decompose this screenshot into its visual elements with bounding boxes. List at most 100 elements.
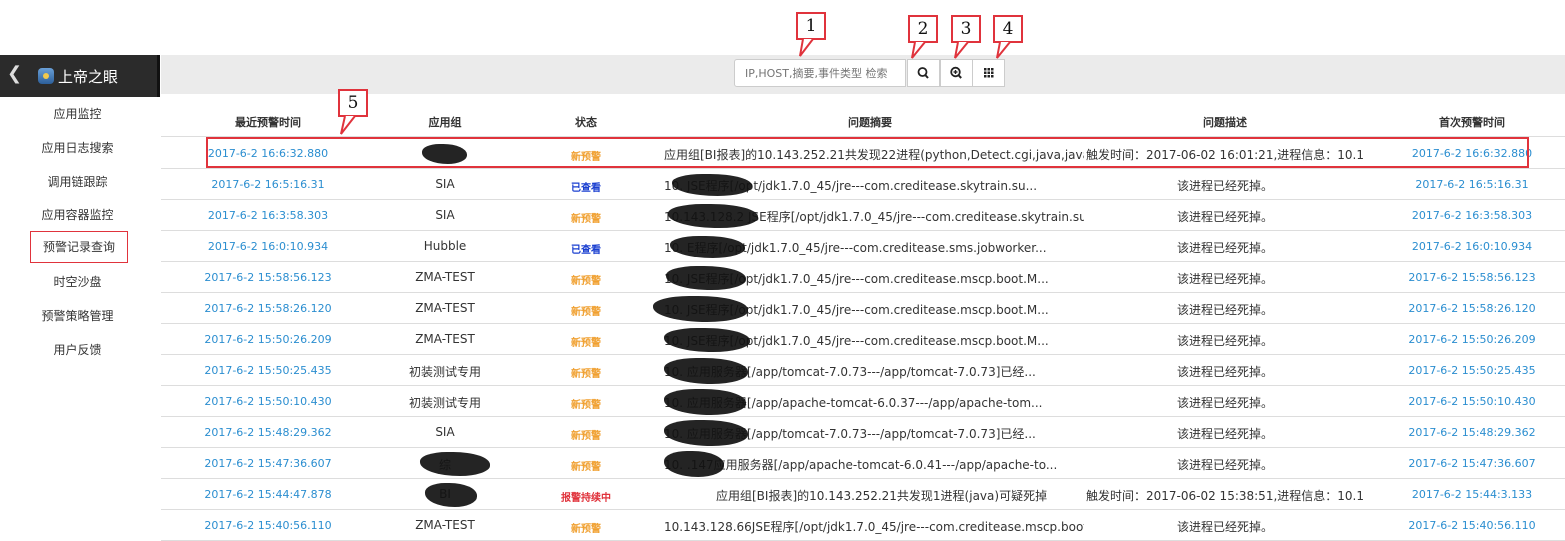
header-first-alert-time[interactable]: 首次预警时间 bbox=[1412, 114, 1532, 130]
header-status[interactable]: 状态 bbox=[556, 114, 616, 130]
app-title: 上帝之眼 bbox=[58, 68, 119, 86]
header-last-alert-time[interactable]: 最近预警时间 bbox=[208, 114, 328, 130]
row-divider bbox=[161, 447, 1565, 448]
status-badge: 新预警 bbox=[571, 338, 601, 349]
app-logo-icon bbox=[38, 68, 54, 84]
status-badge: 新预警 bbox=[571, 369, 601, 380]
description-cell: 该进程已经死掉。 bbox=[1176, 241, 1273, 255]
chevron-left-icon[interactable]: ❮ bbox=[7, 63, 22, 84]
summary-cell: 10.143.128.66JSE程序[/opt/jdk1.7.0_45/jre-… bbox=[664, 520, 1084, 534]
description-cell: 该进程已经死掉。 bbox=[1176, 179, 1273, 193]
first-alert-time-link[interactable]: 2017-6-2 15:40:56.110 bbox=[1402, 519, 1542, 532]
callout-3: 3 bbox=[951, 15, 981, 43]
sidebar: 应用监控 应用日志搜索 调用链跟踪 应用容器监控 预警记录查询 时空沙盘 预警策… bbox=[0, 97, 161, 538]
status-badge: 新预警 bbox=[571, 400, 601, 411]
redaction-blob bbox=[670, 235, 745, 258]
app-group-cell: SIA bbox=[435, 208, 455, 222]
summary-cell: 10. .147应用服务器[/app/apache-tomcat-6.0.41-… bbox=[664, 458, 1058, 472]
description-cell: 该进程已经死掉。 bbox=[1176, 272, 1273, 286]
sidebar-item-alert-records[interactable]: 预警记录查询 bbox=[30, 231, 128, 263]
redaction-blob bbox=[672, 173, 752, 196]
column-grid-button[interactable] bbox=[972, 59, 1005, 87]
callout-5: 5 bbox=[338, 89, 368, 117]
header-app-group[interactable]: 应用组 bbox=[405, 114, 485, 130]
sidebar-item-alert-policy[interactable]: 预警策略管理 bbox=[0, 307, 155, 324]
sidebar-item-feedback[interactable]: 用户反馈 bbox=[0, 341, 155, 358]
advanced-search-button[interactable] bbox=[940, 59, 973, 87]
redaction-blob bbox=[420, 451, 490, 476]
search-input[interactable] bbox=[734, 59, 906, 87]
last-alert-time-link[interactable]: 2017-6-2 15:50:26.209 bbox=[198, 333, 338, 346]
first-alert-time-link[interactable]: 2017-6-2 15:50:26.209 bbox=[1402, 333, 1542, 346]
row-divider bbox=[161, 199, 1565, 200]
first-alert-time-link[interactable]: 2017-6-2 15:50:25.435 bbox=[1402, 364, 1542, 377]
status-badge: 新预警 bbox=[571, 462, 601, 473]
last-alert-time-link[interactable]: 2017-6-2 16:5:16.31 bbox=[198, 178, 338, 191]
grid-icon bbox=[984, 68, 994, 78]
last-alert-time-link[interactable]: 2017-6-2 15:44:47.878 bbox=[198, 488, 338, 501]
description-cell: 该进程已经死掉。 bbox=[1176, 334, 1273, 348]
row-divider bbox=[161, 292, 1565, 293]
app-group-cell: SIA bbox=[435, 425, 455, 439]
last-alert-time-link[interactable]: 2017-6-2 15:58:26.120 bbox=[198, 302, 338, 315]
last-alert-time-link[interactable]: 2017-6-2 16:3:58.303 bbox=[198, 209, 338, 222]
callout-5-pointer bbox=[340, 115, 356, 135]
row-divider bbox=[161, 478, 1565, 479]
header-description[interactable]: 问题描述 bbox=[1175, 114, 1275, 130]
status-badge: 新预警 bbox=[571, 214, 601, 225]
row-divider bbox=[161, 261, 1565, 262]
first-alert-time-link[interactable]: 2017-6-2 16:3:58.303 bbox=[1402, 209, 1542, 222]
first-alert-time-link[interactable]: 2017-6-2 16:5:16.31 bbox=[1402, 178, 1542, 191]
description-cell: 该进程已经死掉。 bbox=[1176, 303, 1273, 317]
redaction-blob bbox=[664, 450, 724, 477]
header-summary[interactable]: 问题摘要 bbox=[820, 114, 920, 130]
last-alert-time-link[interactable]: 2017-6-2 16:0:10.934 bbox=[198, 240, 338, 253]
first-alert-time-link[interactable]: 2017-6-2 15:50:10.430 bbox=[1402, 395, 1542, 408]
last-alert-time-link[interactable]: 2017-6-2 15:48:29.362 bbox=[198, 426, 338, 439]
sidebar-item-call-trace[interactable]: 调用链跟踪 bbox=[0, 173, 155, 190]
last-alert-time-link[interactable]: 2017-6-2 15:40:56.110 bbox=[198, 519, 338, 532]
sidebar-item-log-search[interactable]: 应用日志搜索 bbox=[0, 139, 155, 156]
app-group-cell: 初装测试专用 bbox=[408, 365, 481, 379]
callout-4: 4 bbox=[993, 15, 1023, 43]
search-icon bbox=[917, 67, 929, 79]
first-alert-time-link[interactable]: 2017-6-2 15:47:36.607 bbox=[1402, 457, 1542, 470]
last-alert-time-link[interactable]: 2017-6-2 15:47:36.607 bbox=[198, 457, 338, 470]
app-group-cell: Hubble bbox=[423, 239, 467, 253]
last-alert-time-link[interactable]: 2017-6-2 15:50:10.430 bbox=[198, 395, 338, 408]
first-alert-time-link[interactable]: 2017-6-2 15:44:3.133 bbox=[1402, 488, 1542, 501]
first-alert-time-link[interactable]: 2017-6-2 15:58:56.123 bbox=[1402, 271, 1542, 284]
description-cell: 该进程已经死掉。 bbox=[1176, 458, 1273, 472]
status-badge: 已查看 bbox=[571, 183, 601, 194]
app-group-cell: ZMA-TEST bbox=[415, 301, 475, 315]
app-group-cell: ZMA-TEST bbox=[415, 518, 475, 532]
status-badge: 报警持续中 bbox=[561, 493, 611, 504]
zoom-in-icon bbox=[950, 66, 962, 79]
row-divider bbox=[161, 385, 1565, 386]
description-cell: 该进程已经死掉。 bbox=[1176, 520, 1273, 534]
app-group-cell: ZMA-TEST bbox=[415, 270, 475, 284]
row-divider bbox=[161, 509, 1565, 510]
first-alert-time-link[interactable]: 2017-6-2 15:48:29.362 bbox=[1402, 426, 1542, 439]
status-badge: 新预警 bbox=[571, 524, 601, 535]
description-cell: 该进程已经死掉。 bbox=[1176, 427, 1273, 441]
summary-cell: 应用组[BI报表]的10.143.252.21共发现1进程(java)可疑死掉 bbox=[716, 489, 1048, 503]
callout-1-pointer bbox=[799, 38, 814, 57]
last-alert-time-link[interactable]: 2017-6-2 15:58:56.123 bbox=[198, 271, 338, 284]
search-button[interactable] bbox=[907, 59, 940, 87]
sidebar-item-app-monitor[interactable]: 应用监控 bbox=[0, 105, 155, 122]
sidebar-item-spacetime-sandbox[interactable]: 时空沙盘 bbox=[0, 273, 155, 290]
row-divider bbox=[161, 323, 1565, 324]
row-divider bbox=[161, 168, 1565, 169]
sidebar-item-container-monitor[interactable]: 应用容器监控 bbox=[0, 206, 155, 223]
description-cell: 该进程已经死掉。 bbox=[1176, 210, 1273, 224]
first-alert-time-link[interactable]: 2017-6-2 16:0:10.934 bbox=[1402, 240, 1542, 253]
row-divider bbox=[161, 354, 1565, 355]
last-alert-time-link[interactable]: 2017-6-2 15:50:25.435 bbox=[198, 364, 338, 377]
app-group-cell: 初装测试专用 bbox=[408, 396, 481, 410]
callout-1: 1 bbox=[796, 12, 826, 40]
description-cell: 触发时间：2017-06-02 15:38:51,进程信息：10.1... bbox=[1086, 489, 1364, 503]
status-badge: 新预警 bbox=[571, 276, 601, 287]
first-alert-time-link[interactable]: 2017-6-2 15:58:26.120 bbox=[1402, 302, 1542, 315]
highlight-row-box bbox=[206, 137, 1529, 168]
